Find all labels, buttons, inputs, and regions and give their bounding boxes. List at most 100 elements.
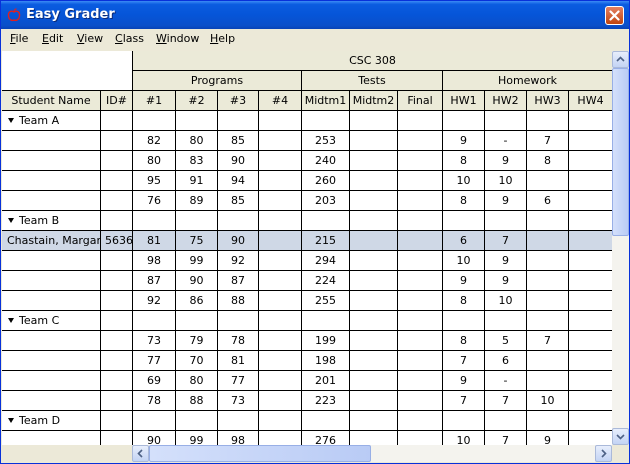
grade-cell[interactable] — [398, 251, 443, 271]
table-cell[interactable] — [398, 211, 443, 231]
grade-cell[interactable]: 9 — [443, 271, 485, 291]
grade-cell[interactable]: 7 — [485, 431, 527, 445]
grade-cell[interactable] — [350, 271, 398, 291]
grade-cell[interactable] — [569, 291, 612, 311]
grade-cell[interactable]: 215 — [302, 231, 350, 251]
grade-cell[interactable] — [350, 331, 398, 351]
grade-cell[interactable]: 80 — [176, 371, 218, 391]
table-cell[interactable] — [350, 411, 398, 431]
grade-cell[interactable] — [398, 291, 443, 311]
grade-cell[interactable] — [350, 391, 398, 411]
table-cell[interactable] — [443, 111, 485, 131]
grade-cell[interactable] — [398, 191, 443, 211]
scroll-down-button[interactable] — [612, 428, 629, 445]
student-name-cell[interactable] — [2, 191, 101, 211]
student-id-cell[interactable] — [101, 351, 133, 371]
student-id-cell[interactable] — [101, 271, 133, 291]
table-cell[interactable] — [350, 311, 398, 331]
grade-cell[interactable]: 73 — [218, 391, 259, 411]
table-cell[interactable] — [527, 311, 569, 331]
grade-cell[interactable]: 7 — [443, 391, 485, 411]
grade-cell[interactable] — [398, 391, 443, 411]
grade-cell[interactable]: 98 — [218, 431, 259, 445]
grade-cell[interactable] — [350, 371, 398, 391]
grade-cell[interactable]: 90 — [218, 231, 259, 251]
expand-triangle-icon[interactable] — [8, 317, 14, 323]
grade-cell[interactable]: 223 — [302, 391, 350, 411]
vertical-scrollbar[interactable] — [612, 51, 629, 445]
table-cell[interactable] — [218, 411, 259, 431]
table-cell[interactable] — [569, 211, 612, 231]
grade-cell[interactable] — [398, 431, 443, 445]
student-name-cell[interactable] — [2, 291, 101, 311]
grade-cell[interactable]: 83 — [176, 151, 218, 171]
table-cell[interactable] — [302, 311, 350, 331]
column-header[interactable]: ID# — [101, 91, 133, 111]
close-button[interactable] — [605, 6, 624, 25]
table-cell[interactable] — [350, 111, 398, 131]
grade-cell[interactable] — [350, 151, 398, 171]
student-id-cell[interactable] — [101, 291, 133, 311]
grade-cell[interactable]: 77 — [218, 371, 259, 391]
student-name-cell[interactable] — [2, 331, 101, 351]
student-name-cell[interactable] — [2, 151, 101, 171]
grade-cell[interactable] — [569, 231, 612, 251]
grade-cell[interactable]: 260 — [302, 171, 350, 191]
grade-cell[interactable]: 95 — [133, 171, 176, 191]
scroll-left-button[interactable] — [132, 445, 149, 462]
column-header[interactable]: Midtm2 — [350, 91, 398, 111]
table-cell[interactable] — [302, 111, 350, 131]
column-header[interactable]: Midtm1 — [302, 91, 350, 111]
grade-cell[interactable] — [350, 431, 398, 445]
grade-cell[interactable]: 91 — [176, 171, 218, 191]
grade-cell[interactable]: 199 — [302, 331, 350, 351]
table-cell[interactable] — [485, 411, 527, 431]
grade-cell[interactable]: 9 — [443, 131, 485, 151]
table-cell[interactable] — [101, 311, 133, 331]
table-cell[interactable] — [302, 411, 350, 431]
table-cell[interactable] — [485, 311, 527, 331]
grade-cell[interactable]: 9 — [485, 191, 527, 211]
grade-cell[interactable]: 9 — [527, 431, 569, 445]
grade-cell[interactable] — [259, 171, 302, 191]
grade-cell[interactable]: 7 — [443, 351, 485, 371]
grade-cell[interactable] — [569, 131, 612, 151]
grade-cell[interactable]: 6 — [443, 231, 485, 251]
grade-cell[interactable] — [569, 191, 612, 211]
table-cell[interactable] — [101, 111, 133, 131]
grade-cell[interactable]: - — [485, 131, 527, 151]
grade-cell[interactable] — [350, 351, 398, 371]
table-cell[interactable] — [398, 411, 443, 431]
grade-cell[interactable]: 7 — [485, 231, 527, 251]
student-id-cell[interactable] — [101, 371, 133, 391]
grade-cell[interactable] — [527, 171, 569, 191]
grade-cell[interactable]: 240 — [302, 151, 350, 171]
grade-cell[interactable]: 98 — [133, 251, 176, 271]
column-header[interactable]: HW4 — [569, 91, 612, 111]
table-cell[interactable] — [527, 111, 569, 131]
student-id-cell[interactable]: 5636 — [101, 231, 133, 251]
grade-cell[interactable]: 78 — [218, 331, 259, 351]
grade-cell[interactable]: 7 — [527, 131, 569, 151]
grade-cell[interactable]: 80 — [133, 151, 176, 171]
grade-cell[interactable]: 8 — [527, 151, 569, 171]
table-cell[interactable] — [259, 411, 302, 431]
student-name-cell[interactable] — [2, 131, 101, 151]
table-cell[interactable] — [398, 111, 443, 131]
table-cell[interactable] — [527, 411, 569, 431]
table-cell[interactable] — [101, 411, 133, 431]
table-cell[interactable] — [259, 111, 302, 131]
student-name-cell[interactable] — [2, 371, 101, 391]
grade-cell[interactable] — [569, 431, 612, 445]
column-header[interactable]: #2 — [176, 91, 218, 111]
grade-cell[interactable]: 86 — [176, 291, 218, 311]
grade-cell[interactable]: 80 — [176, 131, 218, 151]
grade-cell[interactable]: 70 — [176, 351, 218, 371]
grade-cell[interactable]: 92 — [218, 251, 259, 271]
grade-cell[interactable] — [350, 191, 398, 211]
grade-cell[interactable] — [569, 271, 612, 291]
student-id-cell[interactable] — [101, 151, 133, 171]
grade-cell[interactable]: 78 — [133, 391, 176, 411]
grade-cell[interactable] — [569, 351, 612, 371]
table-cell[interactable] — [133, 111, 176, 131]
